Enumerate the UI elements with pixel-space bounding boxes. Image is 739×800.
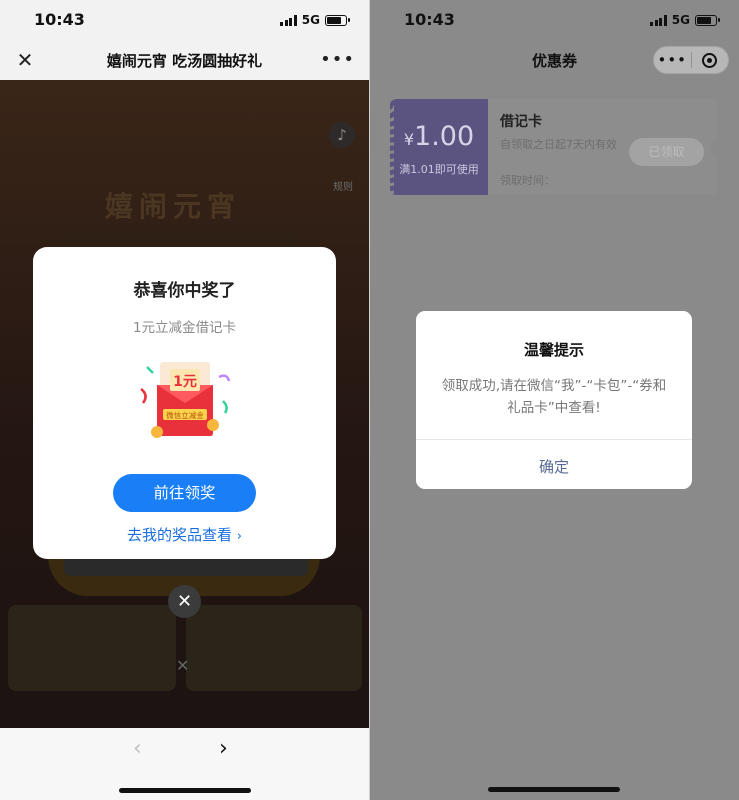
nav-bar: 优惠券 ••• bbox=[370, 40, 739, 80]
left-phone-screen: 10:43 5G ✕ 嬉闹元宵 吃汤圆抽好礼 ••• 嬉闹元宵 ♪ 规则 ✕ 恭… bbox=[0, 0, 369, 800]
dialog-message: 领取成功,请在微信“我”-“卡包”-“券和礼品卡”中查看! bbox=[441, 378, 667, 416]
background-close-icon: ✕ bbox=[176, 656, 190, 675]
dialog-divider bbox=[416, 439, 692, 440]
back-arrow-icon[interactable]: ‹ bbox=[133, 736, 142, 761]
status-time: 10:43 bbox=[34, 10, 85, 29]
forward-arrow-icon[interactable]: › bbox=[219, 736, 228, 761]
svg-text:1元: 1元 bbox=[173, 374, 197, 390]
network-type: 5G bbox=[301, 13, 320, 27]
exit-target-icon[interactable] bbox=[691, 52, 728, 68]
svg-text:微信立减金: 微信立减金 bbox=[166, 410, 204, 420]
coupon-value-panel: ¥1.00 满1.01即可使用 bbox=[390, 99, 488, 195]
right-phone-screen: 10:43 5G 优惠券 ••• ¥1.00 满1.01即可使用 借记卡 自领取… bbox=[370, 0, 739, 800]
status-indicators: 5G bbox=[650, 13, 720, 27]
music-icon[interactable]: ♪ bbox=[329, 122, 355, 148]
coupon-card: ¥1.00 满1.01即可使用 借记卡 自领取之日起7天内有效 领取时间： 已领… bbox=[390, 99, 717, 195]
more-icon[interactable]: ••• bbox=[654, 51, 691, 69]
coupon-price: ¥1.00 bbox=[390, 121, 488, 152]
modal-title: 恭喜你中奖了 bbox=[133, 281, 236, 301]
network-type: 5G bbox=[671, 13, 690, 27]
status-indicators: 5G bbox=[280, 13, 350, 27]
close-icon[interactable]: ✕ bbox=[14, 49, 36, 71]
view-my-prizes-label: 去我的奖品查看 bbox=[127, 526, 233, 544]
browser-toolbar: ‹ › bbox=[0, 728, 369, 800]
coupon-condition: 满1.01即可使用 bbox=[399, 163, 479, 176]
battery-icon bbox=[695, 14, 720, 26]
battery-icon bbox=[325, 14, 350, 26]
page-title: 嬉闹元宵 吃汤圆抽好礼 bbox=[106, 52, 263, 70]
modal-subtitle: 1元立减金借记卡 bbox=[132, 320, 237, 336]
view-my-prizes-link[interactable]: 去我的奖品查看 › bbox=[33, 524, 336, 545]
status-time: 10:43 bbox=[404, 10, 455, 29]
coupon-amount: 1.00 bbox=[414, 121, 475, 152]
coupon-time-label: 领取时间： bbox=[500, 174, 555, 187]
status-bar: 10:43 5G bbox=[370, 0, 739, 40]
modal-close-button[interactable]: ✕ bbox=[168, 585, 201, 618]
coupon-description: 自领取之日起7天内有效 bbox=[500, 138, 617, 151]
nav-bar: ✕ 嬉闹元宵 吃汤圆抽好礼 ••• bbox=[0, 40, 369, 80]
coupon-name: 借记卡 bbox=[500, 114, 542, 130]
signal-icon bbox=[650, 14, 667, 26]
home-indicator bbox=[488, 787, 620, 792]
confirm-button[interactable]: 确定 bbox=[416, 456, 692, 477]
claim-prize-button[interactable]: 前往领奖 bbox=[113, 474, 256, 512]
red-envelope-icon: 1元 微信立减金 bbox=[140, 362, 231, 438]
background-banner-title: 嬉闹元宵 bbox=[105, 190, 242, 223]
signal-icon bbox=[280, 14, 297, 26]
prize-modal: 恭喜你中奖了 1元立减金借记卡 1元 微信立减金 前往领奖 去我的奖品查看 › bbox=[33, 247, 336, 559]
dialog-title: 温馨提示 bbox=[523, 341, 584, 359]
tip-dialog: 温馨提示 领取成功,请在微信“我”-“卡包”-“券和礼品卡”中查看! 确定 bbox=[416, 311, 692, 489]
currency-symbol: ¥ bbox=[403, 130, 415, 149]
claimed-button[interactable]: 已领取 bbox=[629, 138, 704, 166]
rules-link[interactable]: 规则 bbox=[333, 178, 353, 193]
home-indicator bbox=[119, 788, 251, 793]
more-icon[interactable]: ••• bbox=[320, 49, 355, 70]
miniprogram-capsule: ••• bbox=[653, 46, 729, 74]
chevron-right-icon: › bbox=[236, 529, 242, 544]
background-card-left bbox=[8, 605, 176, 691]
status-bar: 10:43 5G bbox=[0, 0, 369, 40]
coupon-notch bbox=[711, 139, 717, 155]
background-card-right bbox=[186, 605, 362, 691]
